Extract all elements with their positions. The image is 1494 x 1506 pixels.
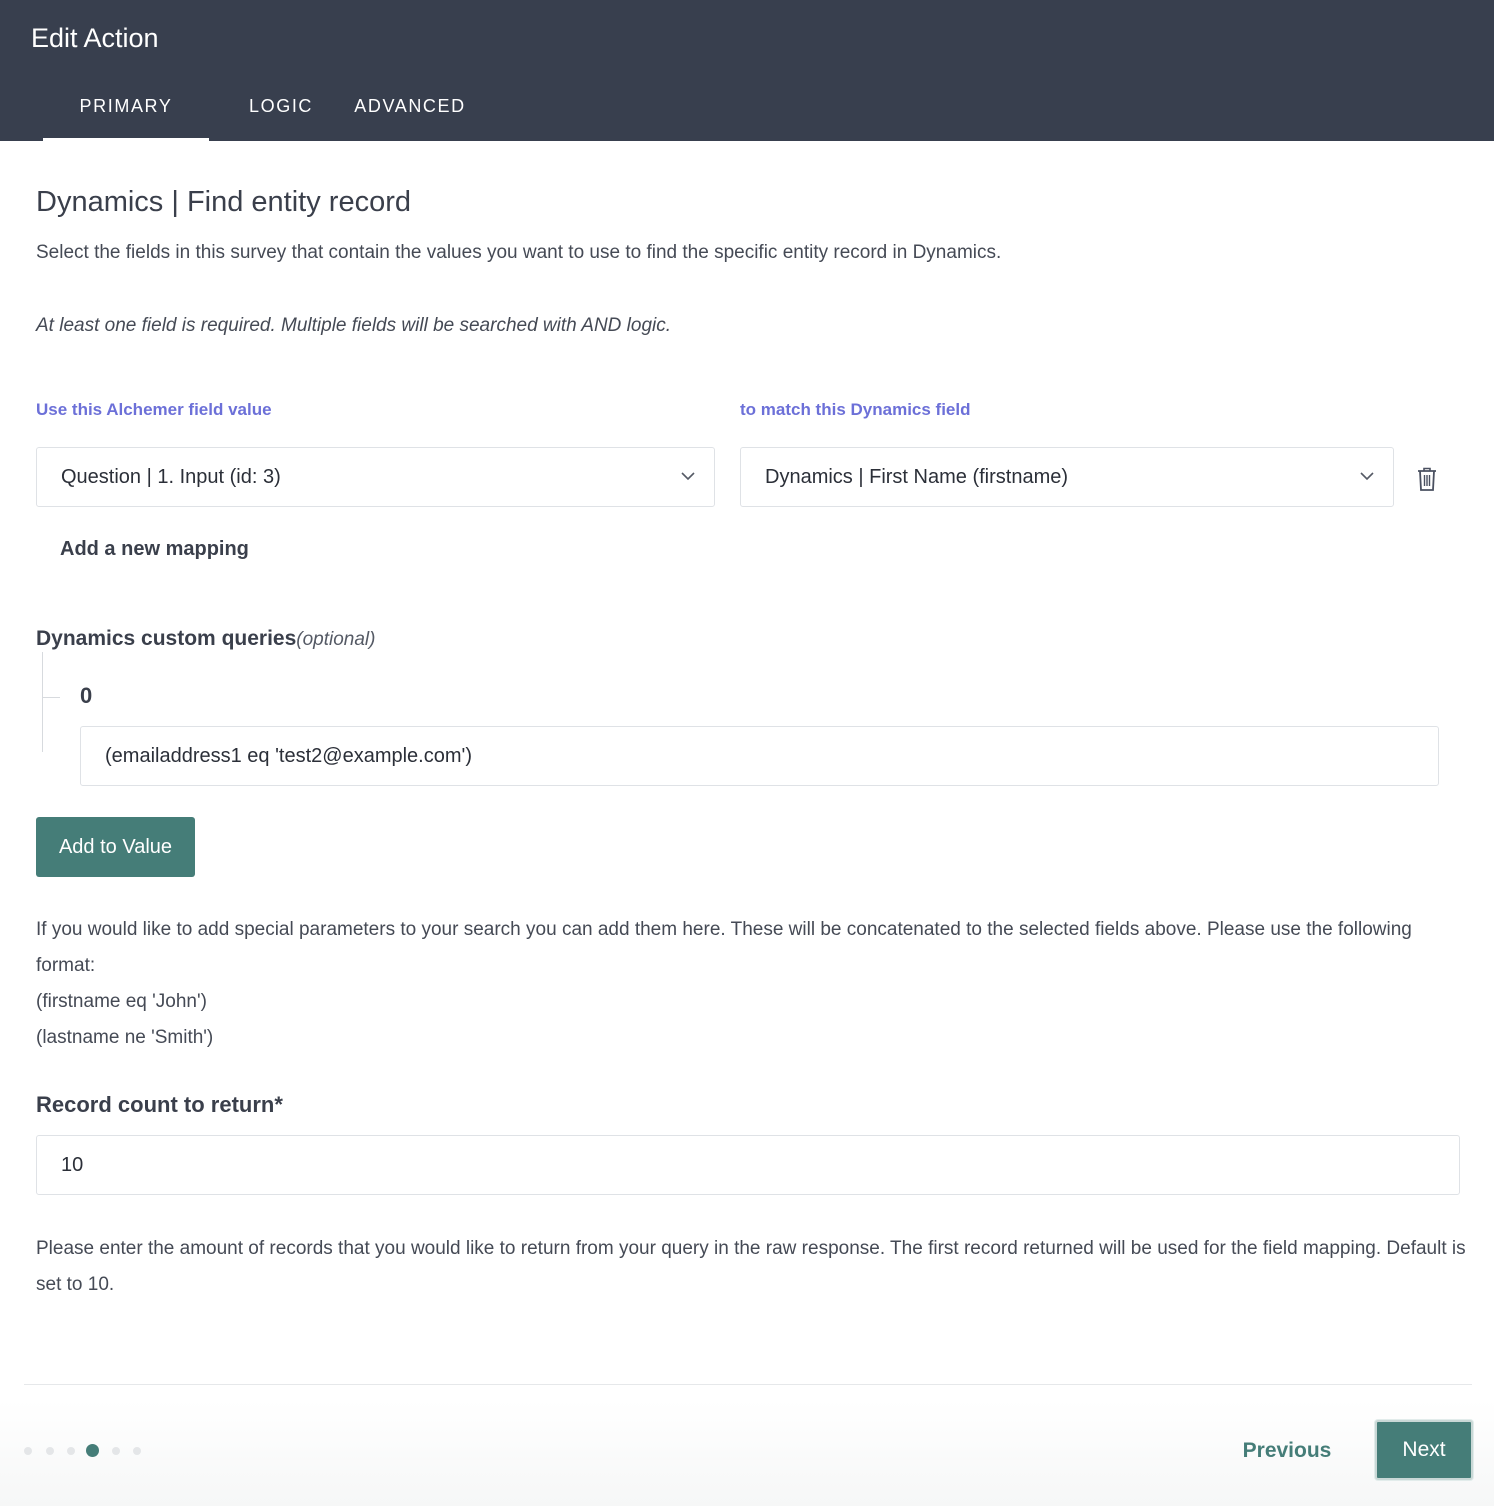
- source-field-label: Use this Alchemer field value: [36, 400, 272, 419]
- step-dot[interactable]: [24, 1447, 32, 1455]
- previous-button[interactable]: Previous: [1232, 1424, 1342, 1478]
- target-field-value: Dynamics | First Name (firstname): [765, 466, 1069, 488]
- add-mapping-link[interactable]: Add a new mapping: [60, 535, 249, 563]
- step-dot[interactable]: [67, 1447, 75, 1455]
- step-dot-active[interactable]: [86, 1444, 99, 1457]
- action-heading: Dynamics | Find entity record: [36, 186, 411, 218]
- step-dot[interactable]: [112, 1447, 120, 1455]
- add-to-value-button[interactable]: Add to Value: [36, 817, 195, 877]
- source-field-value: Question | 1. Input (id: 3): [61, 466, 281, 488]
- help-example-line: (firstname eq 'John'): [36, 991, 207, 1012]
- record-count-help: Please enter the amount of records that …: [36, 1238, 1466, 1295]
- target-field-label: to match this Dynamics field: [740, 400, 971, 419]
- trash-icon[interactable]: [1416, 466, 1438, 492]
- help-example-line: (lastname ne 'Smith'): [36, 1027, 214, 1048]
- query-index: 0: [80, 683, 93, 708]
- source-field-select[interactable]: Question | 1. Input (id: 3): [36, 447, 715, 507]
- tab-advanced[interactable]: ADVANCED: [353, 84, 467, 141]
- record-count-input[interactable]: [36, 1135, 1460, 1195]
- tree-line: [42, 652, 43, 752]
- footer-divider: [24, 1384, 1472, 1385]
- help-line: If you would like to add special paramet…: [36, 919, 1412, 976]
- custom-query-input[interactable]: [80, 726, 1439, 786]
- action-description: Select the fields in this survey that co…: [36, 242, 1002, 263]
- custom-queries-title: Dynamics custom queries(optional): [36, 624, 375, 655]
- optional-tag: (optional): [296, 629, 376, 650]
- chevron-down-icon: [681, 472, 695, 481]
- record-count-label: Record count to return*: [36, 1092, 283, 1117]
- tab-logic[interactable]: LOGIC: [249, 84, 311, 141]
- chevron-down-icon: [1360, 472, 1374, 481]
- page-title: Edit Action: [31, 23, 159, 53]
- target-field-select[interactable]: Dynamics | First Name (firstname): [740, 447, 1394, 507]
- top-bar: Edit Action PRIMARY SETUP LOGIC ADVANCED: [0, 0, 1494, 160]
- custom-queries-title-text: Dynamics custom queries: [36, 627, 297, 650]
- custom-queries-help: If you would like to add special paramet…: [36, 912, 1466, 1056]
- tree-branch: [42, 697, 60, 698]
- next-button[interactable]: Next: [1375, 1420, 1473, 1480]
- step-dot[interactable]: [133, 1447, 141, 1455]
- required-note: At least one field is required. Multiple…: [36, 315, 672, 336]
- tab-primary-setup[interactable]: PRIMARY SETUP: [43, 84, 209, 160]
- step-dot[interactable]: [46, 1447, 54, 1455]
